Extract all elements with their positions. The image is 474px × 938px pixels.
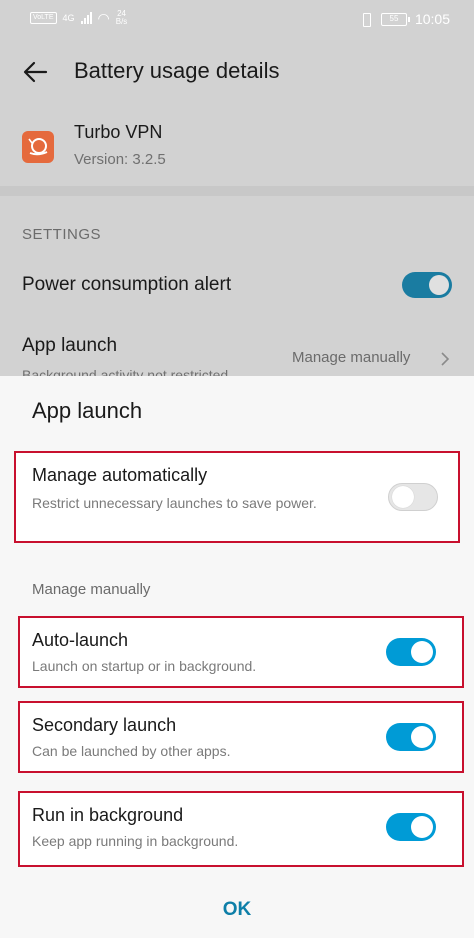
turbo-vpn-app-icon	[22, 131, 54, 163]
network-type: 4G	[62, 13, 75, 23]
auto-launch-option[interactable]: Auto-launch Launch on startup or in back…	[18, 616, 464, 688]
battery-icon: 55	[380, 12, 410, 26]
secondary-launch-sub: Can be launched by other apps.	[32, 743, 231, 759]
manage-manually-label: Manage manually	[32, 581, 151, 598]
app-name: Turbo VPN	[74, 122, 163, 142]
settings-section-label: SETTINGS	[22, 226, 102, 243]
app-launch-sheet: App launch Manage automatically Restrict…	[0, 376, 474, 938]
app-launch-label[interactable]: App launch	[22, 335, 117, 357]
clock: 10:05	[414, 11, 450, 27]
battery-usage-screen: VoLTE 4G ◠ 24 B/s 55 10:05 Battery usage…	[0, 0, 474, 380]
section-divider	[0, 186, 474, 196]
toggle-knob	[429, 275, 449, 295]
app-info: Turbo VPN Version: 3.2.5	[0, 104, 474, 194]
vpn-snail-icon	[28, 138, 48, 156]
volte-badge: VoLTE	[30, 12, 57, 24]
toggle-knob	[411, 816, 433, 838]
page-title: Battery usage details	[74, 58, 280, 83]
network-speed: 24 B/s	[116, 10, 128, 26]
auto-launch-sub: Launch on startup or in background.	[32, 658, 257, 674]
power-alert-toggle[interactable]	[402, 272, 452, 298]
secondary-launch-title: Secondary launch	[32, 715, 177, 735]
signal-icon	[80, 12, 92, 24]
secondary-launch-option[interactable]: Secondary launch Can be launched by othe…	[18, 701, 464, 773]
speed-unit: B/s	[115, 17, 128, 26]
toggle-knob	[411, 726, 433, 748]
chevron-right-icon	[441, 352, 450, 366]
toggle-knob	[392, 486, 414, 508]
power-alert-label: Power consumption alert	[22, 274, 232, 295]
back-arrow-icon[interactable]	[20, 56, 52, 88]
run-in-background-title: Run in background	[32, 805, 184, 825]
manage-automatically-sub: Restrict unnecessary launches to save po…	[32, 495, 317, 511]
auto-launch-title: Auto-launch	[32, 630, 129, 650]
auto-launch-toggle[interactable]	[386, 638, 436, 666]
manage-automatically-toggle[interactable]	[388, 483, 438, 511]
app-version: Version: 3.2.5	[74, 151, 166, 168]
secondary-launch-toggle[interactable]	[386, 723, 436, 751]
manage-automatically-option[interactable]: Manage automatically Restrict unnecessar…	[14, 451, 460, 543]
app-launch-value: Manage manually	[292, 349, 411, 366]
status-bar: VoLTE 4G ◠ 24 B/s 55 10:05	[0, 0, 474, 40]
wifi-icon: ◠	[97, 10, 110, 26]
run-in-background-option[interactable]: Run in background Keep app running in ba…	[18, 791, 464, 867]
status-left: VoLTE 4G ◠ 24 B/s	[30, 10, 127, 26]
app-header: Battery usage details	[0, 40, 474, 104]
status-right: 55 10:05	[359, 11, 450, 27]
vibrate-icon	[359, 12, 373, 27]
run-in-background-sub: Keep app running in background.	[32, 833, 239, 849]
manage-automatically-title: Manage automatically	[32, 465, 208, 485]
run-in-background-toggle[interactable]	[386, 813, 436, 841]
sheet-title: App launch	[32, 398, 143, 423]
toggle-knob	[411, 641, 433, 663]
ok-button[interactable]: OK	[197, 892, 277, 928]
